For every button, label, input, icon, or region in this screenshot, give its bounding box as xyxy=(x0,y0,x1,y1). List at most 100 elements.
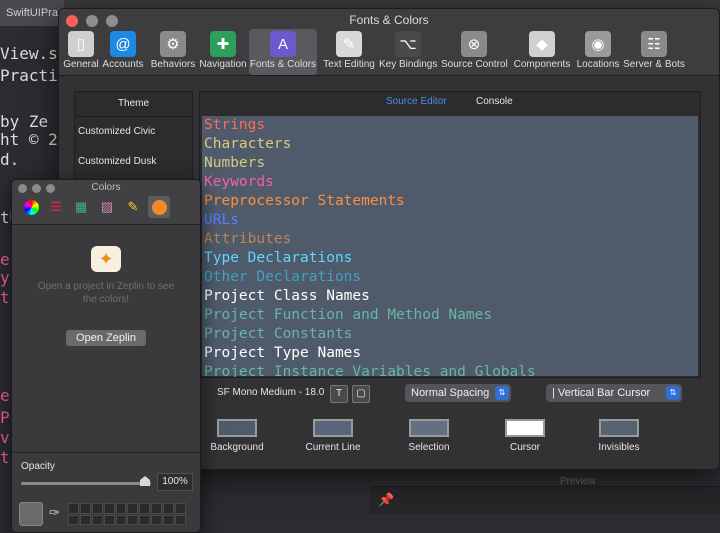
tab-console[interactable]: Console xyxy=(476,96,513,107)
syntax-element-item[interactable]: Numbers xyxy=(202,154,698,173)
swatch-selection[interactable]: Selection xyxy=(389,419,469,453)
toolbar-item-label: Components xyxy=(513,59,571,70)
empty-swatch-cell[interactable] xyxy=(151,503,163,514)
syntax-element-item[interactable]: Other Declarations xyxy=(202,268,698,287)
toolbar-item-fonts-colors[interactable]: A Fonts & Colors xyxy=(249,29,317,75)
toolbar-item-behaviors[interactable]: ⚙ Behaviors xyxy=(149,29,197,75)
code-line: Practi xyxy=(0,66,58,85)
toolbar-item-navigation[interactable]: ✚ Navigation xyxy=(199,29,247,75)
image-palettes-icon[interactable]: ▨ xyxy=(96,196,118,218)
open-zeplin-button[interactable]: Open Zeplin xyxy=(66,330,146,346)
color-picker-button[interactable]: ▢ xyxy=(352,385,370,403)
empty-swatch-cell[interactable] xyxy=(79,514,91,525)
spacing-select[interactable]: Normal Spacing ⇅ xyxy=(405,384,511,402)
toolbar-item-label: Source Control xyxy=(441,59,508,70)
syntax-element-item[interactable]: Project Type Names xyxy=(202,344,698,363)
empty-swatch-cell[interactable] xyxy=(175,503,186,514)
toolbar-item-general[interactable]: ▯ General xyxy=(63,29,99,75)
empty-swatch-cell[interactable] xyxy=(103,503,115,514)
empty-swatch-cell[interactable] xyxy=(127,503,139,514)
syntax-element-item[interactable]: Attributes xyxy=(202,230,698,249)
opacity-slider[interactable] xyxy=(21,482,151,485)
divider xyxy=(12,452,200,453)
empty-swatch-cell[interactable] xyxy=(175,514,186,525)
swatch-background[interactable]: Background xyxy=(197,419,277,453)
swatch-label: Invisibles xyxy=(598,442,640,453)
syntax-element-list[interactable]: Strings Characters Numbers Keywords Preproce… xyxy=(202,116,698,377)
toolbar-item-label: Text Editing xyxy=(323,59,375,70)
accounts-icon: @ xyxy=(110,31,136,57)
syntax-element-item[interactable]: Keywords xyxy=(202,173,698,192)
swatch-color xyxy=(409,419,449,437)
locations-icon: ◉ xyxy=(585,31,611,57)
zeplin-plugin-icon[interactable] xyxy=(148,196,170,218)
swatch-invisibles[interactable]: Invisibles xyxy=(579,419,659,453)
swatch-cursor[interactable]: Cursor xyxy=(485,419,565,453)
tab-source-editor[interactable]: Source Editor xyxy=(386,96,447,107)
toolbar-item-label: Navigation xyxy=(199,59,247,70)
cursor-select[interactable]: | Vertical Bar Cursor ⇅ xyxy=(546,384,682,402)
empty-swatch-cell[interactable] xyxy=(115,514,127,525)
empty-swatch-cell[interactable] xyxy=(68,514,79,525)
swatch-label: Background xyxy=(210,442,264,453)
eyedropper-icon[interactable]: ✑ xyxy=(49,505,60,521)
syntax-element-item[interactable]: Strings xyxy=(202,116,698,135)
empty-swatch-cell[interactable] xyxy=(68,503,79,514)
server-bots-icon: ☷ xyxy=(641,31,667,57)
empty-swatch-cell[interactable] xyxy=(127,514,139,525)
syntax-element-item[interactable]: URLs xyxy=(202,211,698,230)
colors-panel: Colors ☰ ▦ ▨ ✎ ✦ Open a project in Zepli… xyxy=(11,179,201,533)
syntax-element-item[interactable]: Project Function and Method Names xyxy=(202,306,698,325)
toolbar-item-server-bots[interactable]: ☷ Server & Bots xyxy=(623,29,685,75)
pin-icon[interactable]: 📌 xyxy=(378,492,394,508)
empty-swatch-cell[interactable] xyxy=(91,514,103,525)
preview-toolbar xyxy=(370,486,720,514)
toolbar-item-text-editing[interactable]: ✎ Text Editing xyxy=(321,29,377,75)
code-line: by Ze xyxy=(0,112,49,131)
color-sliders-icon[interactable]: ☰ xyxy=(45,196,67,218)
syntax-element-item[interactable]: Characters xyxy=(202,135,698,154)
empty-swatch-cell[interactable] xyxy=(79,503,91,514)
swatch-color xyxy=(217,419,257,437)
color-well[interactable] xyxy=(19,502,43,526)
zeplin-message: Open a project in Zeplin to see the colo… xyxy=(37,281,175,305)
toolbar-item-accounts[interactable]: @ Accounts xyxy=(101,29,145,75)
syntax-element-item[interactable]: Type Declarations xyxy=(202,249,698,268)
empty-swatch-cell[interactable] xyxy=(91,503,103,514)
swatch-current-line[interactable]: Current Line xyxy=(293,419,373,453)
color-wheel-icon[interactable] xyxy=(20,196,42,218)
toolbar-item-locations[interactable]: ◉ Locations xyxy=(575,29,621,75)
colors-title: Colors xyxy=(91,182,121,193)
opacity-slider-knob[interactable] xyxy=(140,476,150,486)
syntax-element-item[interactable]: Project Instance Variables and Globals xyxy=(202,363,698,377)
toolbar-item-components[interactable]: ◆ Components xyxy=(512,29,572,75)
opacity-value-field[interactable]: 100% xyxy=(157,473,193,491)
opacity-slider-fill xyxy=(21,482,151,485)
toolbar-item-key-bindings[interactable]: ⌥ Key Bindings xyxy=(379,29,437,75)
color-palettes-icon[interactable]: ▦ xyxy=(70,196,92,218)
empty-swatch-cell[interactable] xyxy=(139,503,151,514)
empty-swatch-cell[interactable] xyxy=(103,514,115,525)
code-line: t xyxy=(0,288,10,307)
custom-swatch-grid[interactable] xyxy=(68,503,186,525)
empty-swatch-cell[interactable] xyxy=(163,514,175,525)
opacity-label: Opacity xyxy=(21,461,55,472)
toolbar-item-label: Accounts xyxy=(102,59,144,70)
empty-swatch-cell[interactable] xyxy=(151,514,163,525)
toolbar-item-label: General xyxy=(63,59,99,70)
syntax-element-item[interactable]: Preprocessor Statements xyxy=(202,192,698,211)
theme-item-customized-dusk[interactable]: Customized Dusk xyxy=(75,147,192,177)
empty-swatch-cell[interactable] xyxy=(163,503,175,514)
window-title: Fonts & Colors xyxy=(349,13,429,27)
file-tab[interactable]: SwiftUIPractic xyxy=(0,0,64,26)
syntax-element-item[interactable]: Project Constants xyxy=(202,325,698,344)
empty-swatch-cell[interactable] xyxy=(139,514,151,525)
theme-item-customized-civic[interactable]: Customized Civic xyxy=(75,117,192,147)
empty-swatch-cell[interactable] xyxy=(115,503,127,514)
pencils-icon[interactable]: ✎ xyxy=(122,196,144,218)
toolbar-item-source-control[interactable]: ⊗ Source Control xyxy=(441,29,508,75)
source-editor-panel: Source Editor Console Strings Characters N… xyxy=(199,91,701,378)
preferences-toolbar: Fonts & Colors ▯ General @ Accounts ⚙ Behavio… xyxy=(59,9,719,76)
font-picker-button[interactable]: T xyxy=(330,385,348,403)
syntax-element-item[interactable]: Project Class Names xyxy=(202,287,698,306)
